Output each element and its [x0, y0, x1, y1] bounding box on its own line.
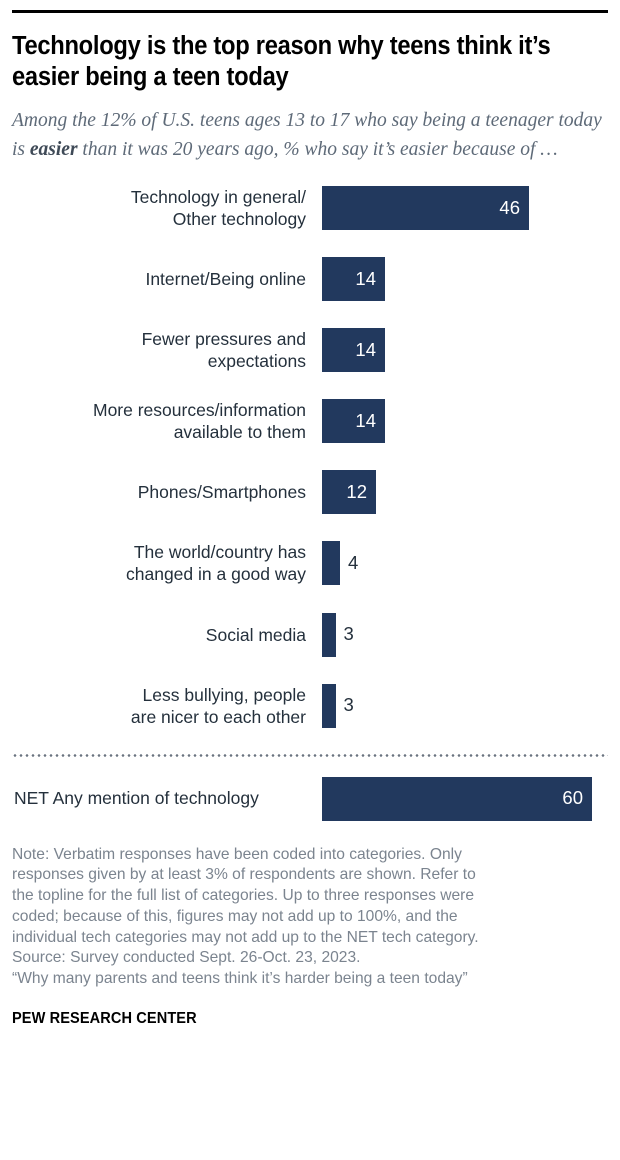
- bar-area: 14: [322, 328, 608, 373]
- bar-value: 3: [343, 694, 354, 716]
- bar-row-label: Less bullying, people are nicer to each …: [130, 684, 306, 727]
- net-bar: 60: [322, 776, 592, 821]
- brand-label: PEW RESEARCH CENTER: [12, 1009, 197, 1027]
- bar-row: Fewer pressures and expectations 14: [12, 328, 608, 373]
- bar-area: 3: [322, 683, 608, 728]
- page-title: Technology is the top reason why teens t…: [12, 32, 551, 92]
- chart-page: Technology is the top reason why teens t…: [0, 10, 620, 1160]
- bar: 14: [322, 399, 385, 444]
- bar-value: 46: [499, 196, 520, 218]
- note-line: “Why many parents and teens think it’s h…: [12, 970, 468, 988]
- bar-area: 46: [322, 186, 608, 231]
- bar-row-label: Technology in general/ Other technology: [130, 187, 306, 230]
- net-bar-area: 60: [322, 776, 608, 821]
- bar-chart: Technology in general/ Other technology 4…: [12, 186, 608, 728]
- bar-area: 12: [322, 470, 608, 515]
- bar-row-label: Fewer pressures and expectations: [141, 329, 306, 372]
- net-divider: [12, 753, 608, 757]
- bar: [322, 612, 336, 657]
- note-line: the topline for the full list of categor…: [12, 887, 474, 905]
- subtitle-emphasis: easier: [29, 138, 78, 160]
- note-line: responses given by at least 3% of respon…: [12, 866, 476, 884]
- subtitle-part-2: than it was 20 years ago, % who say it’s…: [77, 138, 558, 160]
- bar-area: 14: [322, 399, 608, 444]
- net-row-label: NET Any mention of technology: [14, 788, 259, 809]
- bar-value: 14: [355, 410, 376, 432]
- bar-row-label: Internet/Being online: [145, 269, 306, 290]
- bar-value: 14: [355, 268, 376, 289]
- bar-row-label: Phones/Smartphones: [137, 482, 306, 503]
- top-rule: [12, 10, 608, 13]
- bar-row: Internet/Being online 14: [12, 257, 608, 302]
- bar-value: 14: [355, 339, 376, 361]
- bar: [322, 541, 340, 586]
- bar: 46: [322, 186, 529, 231]
- note-line: individual tech categories may not add u…: [12, 928, 479, 946]
- bar-row: The world/country has changed in a good …: [12, 541, 608, 586]
- bar-row: Technology in general/ Other technology 4…: [12, 186, 608, 231]
- bar: 14: [322, 328, 385, 373]
- bar-value: 4: [348, 552, 359, 574]
- bar-row: Phones/Smartphones 12: [12, 470, 608, 515]
- bar-row-label: The world/country has changed in a good …: [126, 542, 306, 585]
- note-line: coded; because of this, figures may not …: [12, 907, 458, 925]
- chart-note: Note: Verbatim responses have been coded…: [12, 845, 608, 990]
- note-line: Source: Survey conducted Sept. 26-Oct. 2…: [12, 949, 361, 967]
- chart-subtitle: Among the 12% of U.S. teens ages 13 to 1…: [12, 107, 608, 164]
- bar-value: 12: [346, 481, 367, 503]
- bar: 14: [322, 257, 385, 302]
- net-bar-value: 60: [562, 787, 583, 809]
- bar-row: Less bullying, people are nicer to each …: [12, 683, 608, 728]
- bar-row-label: More resources/information available to …: [93, 400, 306, 443]
- bar-row: More resources/information available to …: [12, 399, 608, 444]
- net-row: NET Any mention of technology 60: [12, 776, 608, 821]
- bar-area: 3: [322, 612, 608, 657]
- bar: 12: [322, 470, 376, 515]
- bar-value: 3: [343, 623, 354, 645]
- bar: [322, 683, 336, 728]
- bar-area: 4: [322, 541, 608, 586]
- bar-row-label: Social media: [205, 624, 306, 645]
- note-line: Note: Verbatim responses have been coded…: [12, 845, 462, 863]
- bar-area: 14: [322, 257, 608, 302]
- bar-row: Social media 3: [12, 612, 608, 657]
